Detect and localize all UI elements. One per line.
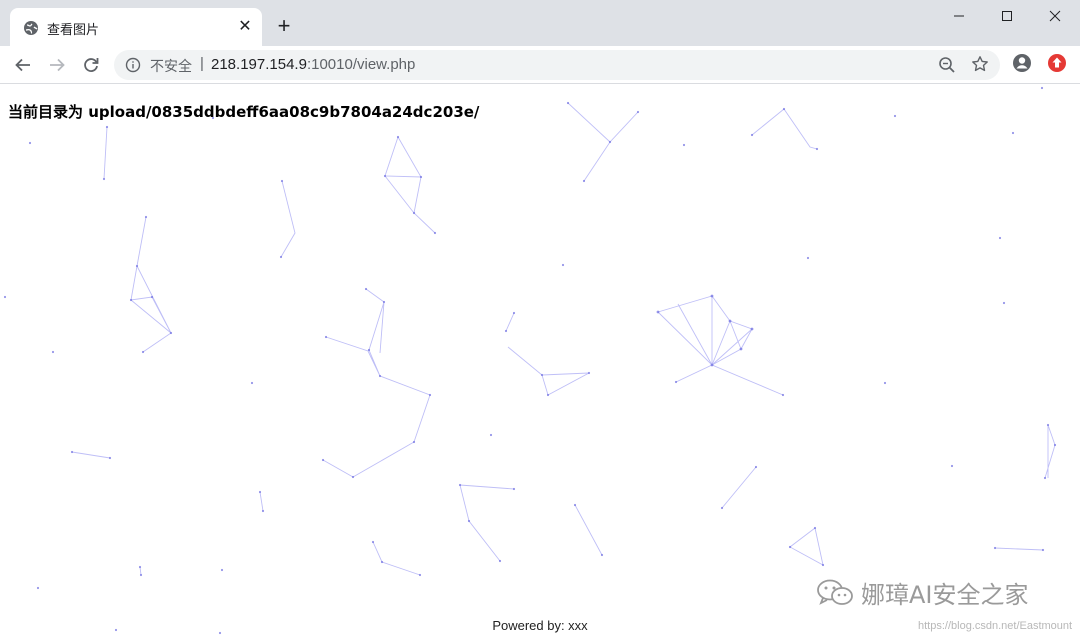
extension-icon[interactable] xyxy=(1047,53,1067,73)
close-icon xyxy=(1049,10,1061,22)
back-icon xyxy=(15,58,30,72)
tab-strip: 查看图片 ✕ + xyxy=(0,0,1080,46)
maximize-button[interactable] xyxy=(984,0,1030,32)
url-separator: | xyxy=(200,55,204,72)
url-path: :10010/view.php xyxy=(306,56,416,73)
browser-toolbar: 不安全 | 218.197.154.9:10010/view.php xyxy=(0,46,1080,84)
watermark-brand: 娜璋AI安全之家 xyxy=(861,581,1029,609)
reload-icon xyxy=(84,58,99,72)
particle-lines xyxy=(71,102,1056,576)
forward-icon xyxy=(50,58,65,72)
zoom-icon[interactable] xyxy=(938,56,956,74)
info-icon[interactable] xyxy=(125,57,141,73)
reload-button[interactable] xyxy=(79,53,103,77)
close-window-button[interactable] xyxy=(1032,0,1078,32)
particle-dots xyxy=(3,86,1057,635)
particle-background xyxy=(3,86,1057,635)
watermark: 娜璋AI安全之家 xyxy=(815,575,1029,610)
maximize-icon xyxy=(1002,11,1012,21)
star-icon[interactable] xyxy=(971,55,989,73)
directory-heading: 当前目录为 upload/0835ddbdeff6aa08c9b7804a24d… xyxy=(8,103,480,121)
address-bar[interactable]: 不安全 | 218.197.154.9:10010/view.php xyxy=(114,50,1000,80)
security-label[interactable]: 不安全 xyxy=(150,56,192,76)
minimize-button[interactable] xyxy=(936,0,982,32)
page-viewport: 当前目录为 upload/0835ddbdeff6aa08c9b7804a24d… xyxy=(0,85,1080,641)
globe-icon xyxy=(24,21,38,35)
forward-button[interactable] xyxy=(45,53,69,77)
watermark-url: https://blog.csdn.net/Eastmount xyxy=(918,620,1073,632)
account-icon[interactable] xyxy=(1012,53,1032,73)
browser-tab[interactable]: 查看图片 ✕ xyxy=(10,8,262,46)
new-tab-button[interactable]: + xyxy=(272,14,296,38)
tab-title: 查看图片 xyxy=(47,23,100,38)
url-host: 218.197.154.9 xyxy=(211,56,307,73)
wechat-icon xyxy=(817,579,853,605)
url-text[interactable]: 218.197.154.9:10010/view.php xyxy=(211,56,415,73)
minimize-icon xyxy=(954,15,964,17)
tab-close-icon[interactable]: ✕ xyxy=(236,18,254,36)
back-button[interactable] xyxy=(11,53,35,77)
